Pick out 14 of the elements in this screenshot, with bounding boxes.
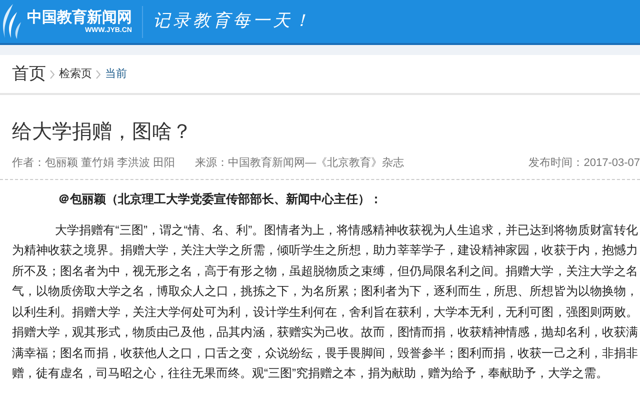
- publish-date: 发布时间：2017-03-07: [528, 156, 640, 171]
- source-line: 来源：中国教育新闻网—《北京教育》杂志: [195, 156, 404, 171]
- breadcrumb-current[interactable]: 当前: [105, 66, 127, 82]
- subheading: ＠包丽颖（北京理工大学党委宣传部部长、新闻中心主任）：: [57, 190, 383, 208]
- site-name[interactable]: 中国教育新闻网: [27, 8, 132, 26]
- article-paragraph: 大学捐赠有“三图”，谓之“情、名、利”。图情者为上，将情感精神收获视为人生追求，并已达到将物质财富转化为精神收获之境界。捐赠大学，关注大学之所需，倾听学生之所想，助力莘莘学子，建设精神家园，收获于内，抱憾力所不及；图名者为中，视无形之名，高于有形之物，虽超脱物质之束缚，但仍局限名利之间。捐赠大学，关注大学之名气，以物质傍取大学之名，博取众人之口，挑拣之下，为名所累；图利者为下，逐利而生，所思、所想皆为以物换物，以利生利。捐赠大学，关注大学何处可为利，设计学生利何在，舍利旨在获利，大学本无利，无利可图，强图则两败。捐赠大学，观其形式，物质由己及他，品其内涵，获赠实为己收。故而，图情而捐，收获精神情感，抛却名利，收获满满幸福；图名而捐，收获他人之口，口舌之变，众说纷纭，畏手畏脚间，毁誉参半；图利而捐，收获一己之利，非捐非赠，徒有虚名，司马昭之心，往往无果而终。观“三图”究捐赠之本，捐为献助，赠为给予，奉献助予，大学之需。: [12, 222, 638, 382]
- author-line: 作者：包丽颖 董竹娟 李洪波 田阳: [12, 156, 176, 171]
- breadcrumb-link[interactable]: 首页: [12, 61, 46, 87]
- slogan: 记录教育每一天！: [153, 10, 313, 33]
- article-title: 给大学捐赠，图啥？: [11, 120, 193, 145]
- flame-logo-icon[interactable]: [1, 4, 23, 40]
- breadcrumb-link[interactable]: 检索页: [59, 66, 92, 82]
- chevron-icon: [50, 70, 55, 78]
- chevron-icon: [96, 70, 101, 78]
